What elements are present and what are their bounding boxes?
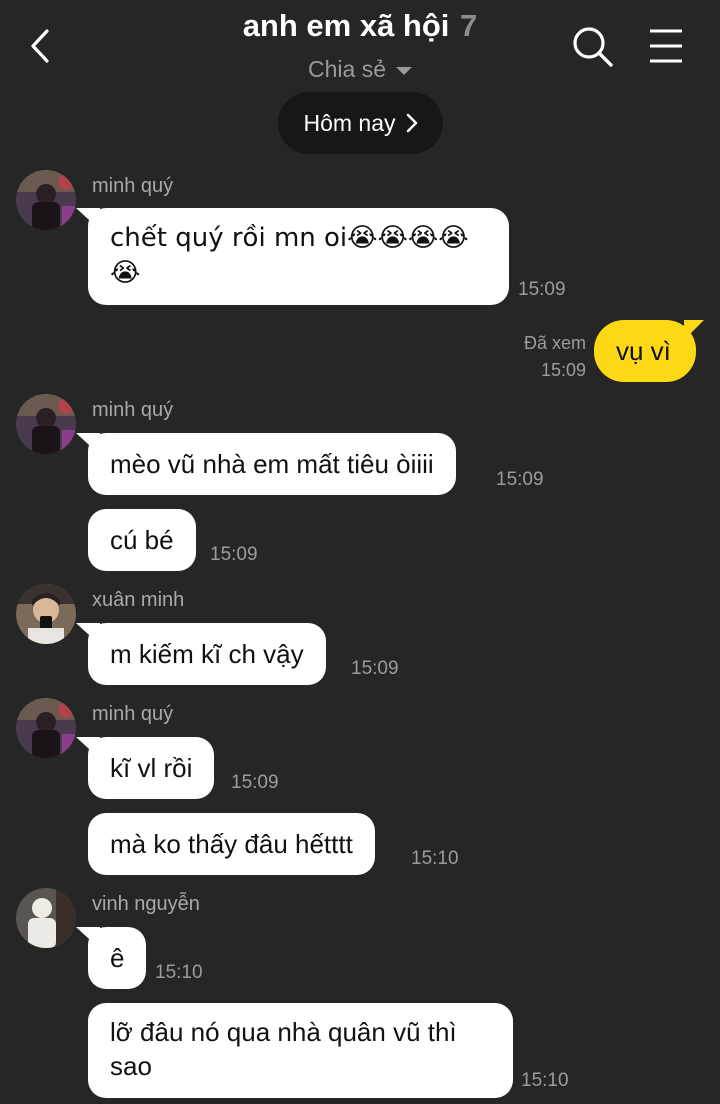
message-time: 15:09 — [231, 772, 279, 793]
caret-down-icon — [395, 67, 412, 75]
message-time: 15:10 — [155, 962, 203, 983]
avatar-minh-quy[interactable] — [16, 394, 76, 454]
sender-name: minh quý — [92, 175, 174, 197]
search-icon — [573, 27, 613, 67]
avatar-minh-quy[interactable] — [16, 698, 76, 758]
sender-name: xuân minh — [92, 589, 185, 611]
message-text: chết quý rồi mn oi😭😭😭😭😭 — [110, 223, 469, 288]
member-count: 7 — [460, 8, 478, 43]
avatar-minh-quy[interactable] — [16, 170, 76, 230]
sender-name: minh quý — [92, 703, 174, 725]
message-bubble[interactable]: chết quý rồi mn oi😭😭😭😭😭 — [88, 208, 509, 305]
message-text: m kiếm kĩ ch vậy — [110, 639, 304, 669]
chat-header: anh em xã hội 7 Chia sẻ — [0, 0, 720, 90]
chevron-right-icon — [406, 113, 417, 133]
message-time: 15:09 — [496, 469, 544, 490]
message-text: mèo vũ nhà em mất tiêu òiiii — [110, 449, 434, 479]
message-time: 15:09 — [351, 658, 399, 679]
message-time: 15:09 — [518, 279, 566, 300]
message-text: vụ vì — [616, 336, 671, 366]
hamburger-menu-icon — [650, 29, 682, 63]
read-receipt: Đã xem 15:09 — [500, 333, 586, 381]
message-time: 15:09 — [210, 544, 258, 565]
message-bubble[interactable]: cú bé — [88, 509, 196, 571]
message-text: cú bé — [110, 525, 174, 555]
avatar-vinh-nguyen[interactable] — [16, 888, 76, 948]
message-text: mà ko thấy đâu hếtttt — [110, 829, 353, 859]
message-bubble[interactable]: mèo vũ nhà em mất tiêu òiiii — [88, 433, 456, 495]
date-label: Hôm nay — [303, 109, 396, 136]
seen-status: Đã xem — [523, 333, 586, 353]
message-text: kĩ vl rồi — [110, 753, 193, 783]
message-bubble[interactable]: kĩ vl rồi — [88, 737, 215, 799]
menu-button[interactable] — [646, 26, 686, 66]
search-button[interactable] — [570, 24, 616, 70]
message-time: 15:10 — [521, 1070, 569, 1091]
date-separator-button[interactable]: Hôm nay — [278, 92, 443, 154]
message-text: ê — [110, 943, 125, 973]
message-text: lỡ đâu nó qua nhà quân vũ thì sao — [110, 1017, 457, 1081]
share-dropdown[interactable]: Chia sẻ — [308, 56, 412, 83]
outgoing-message-bubble[interactable]: vụ vì — [594, 320, 696, 382]
sender-name: vinh nguyễn — [92, 893, 200, 915]
message-time: 15:10 — [411, 848, 459, 869]
message-time: 15:09 — [540, 360, 586, 380]
message-bubble[interactable]: lỡ đâu nó qua nhà quân vũ thì sao — [88, 1003, 513, 1098]
message-bubble[interactable]: ê — [88, 927, 147, 989]
share-label: Chia sẻ — [308, 56, 386, 82]
message-bubble[interactable]: m kiếm kĩ ch vậy — [88, 623, 326, 685]
group-name: anh em xã hội — [242, 8, 450, 43]
avatar-xuan-minh[interactable] — [16, 584, 76, 644]
sender-name: minh quý — [92, 399, 174, 421]
message-bubble[interactable]: mà ko thấy đâu hếtttt — [88, 813, 375, 875]
